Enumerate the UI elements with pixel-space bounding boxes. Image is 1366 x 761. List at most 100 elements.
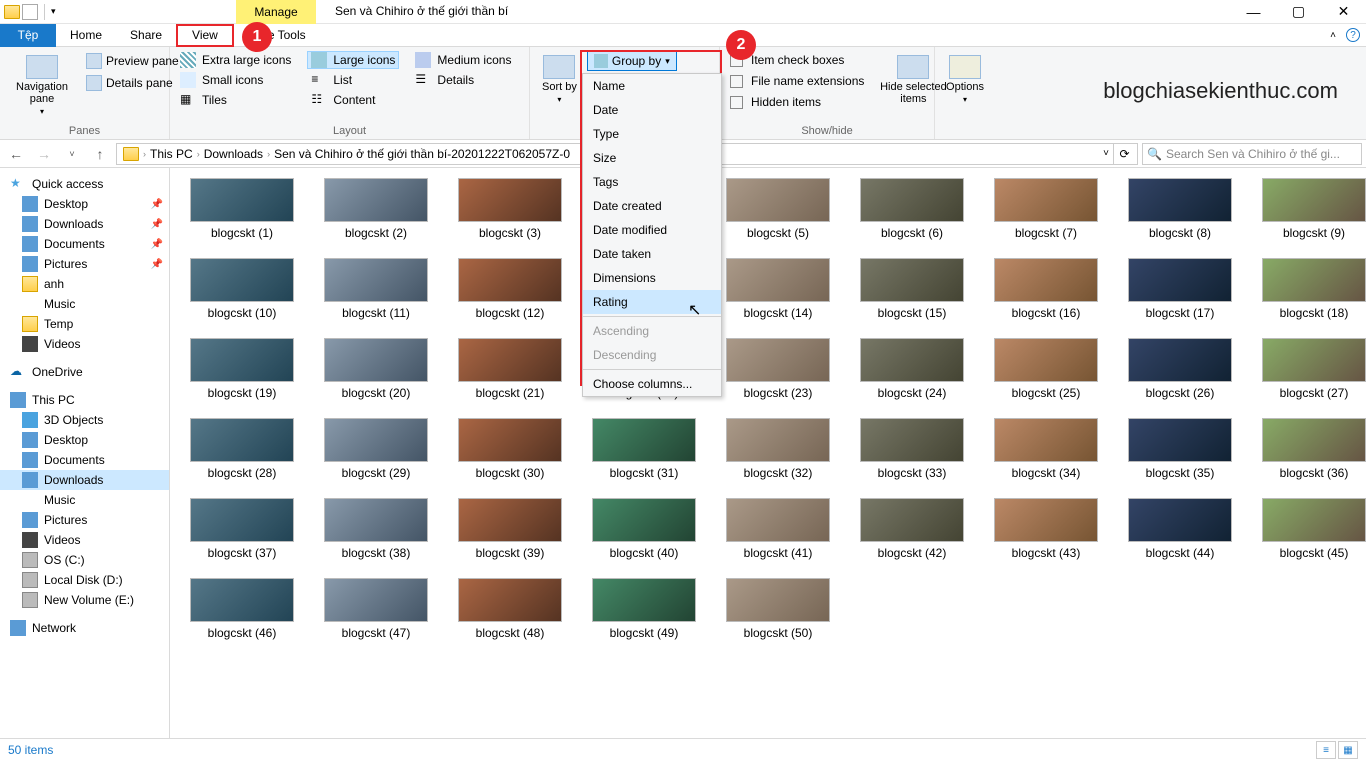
layout-small[interactable]: Small icons (176, 71, 295, 89)
nav-item[interactable]: Downloads📌 (0, 214, 169, 234)
file-item[interactable]: blogcskt (46) (178, 578, 306, 640)
tab-view[interactable]: View (176, 24, 234, 47)
contextual-tab-manage[interactable]: Manage (236, 0, 316, 24)
nav-item[interactable]: Pictures📌 (0, 254, 169, 274)
file-item[interactable]: blogcskt (21) (446, 338, 574, 400)
nav-item[interactable]: Music (0, 490, 169, 510)
file-item[interactable]: blogcskt (42) (848, 498, 976, 560)
dropdown-item[interactable]: Size (583, 146, 721, 170)
file-item[interactable]: blogcskt (26) (1116, 338, 1244, 400)
nav-item[interactable]: Downloads (0, 470, 169, 490)
nav-quick-access[interactable]: ★Quick access (0, 174, 169, 194)
file-item[interactable]: blogcskt (12) (446, 258, 574, 320)
nav-item[interactable]: Music (0, 294, 169, 314)
file-item[interactable]: blogcskt (25) (982, 338, 1110, 400)
file-name-extensions-checkbox[interactable]: File name extensions (726, 72, 868, 90)
dropdown-item[interactable]: Dimensions (583, 266, 721, 290)
file-item[interactable]: blogcskt (15) (848, 258, 976, 320)
nav-item[interactable]: Local Disk (D:) (0, 570, 169, 590)
tab-share[interactable]: Share (116, 24, 176, 47)
nav-onedrive[interactable]: ☁OneDrive (0, 362, 169, 382)
file-item[interactable]: blogcskt (29) (312, 418, 440, 480)
file-item[interactable]: blogcskt (6) (848, 178, 976, 240)
file-item[interactable]: blogcskt (48) (446, 578, 574, 640)
recent-locations-button[interactable]: ˅ (60, 142, 84, 166)
dropdown-item[interactable]: Date modified (583, 218, 721, 242)
close-button[interactable]: ✕ (1321, 0, 1366, 24)
forward-button[interactable]: → (32, 142, 56, 166)
file-item[interactable]: blogcskt (28) (178, 418, 306, 480)
ribbon-collapse-icon[interactable]: ˄ (1330, 30, 1336, 41)
file-item[interactable]: blogcskt (3) (446, 178, 574, 240)
file-item[interactable]: blogcskt (38) (312, 498, 440, 560)
navigation-pane-button[interactable]: Navigation pane ▾ (6, 51, 78, 120)
maximize-button[interactable]: ▢ (1276, 0, 1321, 24)
breadcrumb-segment[interactable]: Sen và Chihiro ở thế giới thần bí-202012… (270, 147, 574, 161)
file-item[interactable]: blogcskt (7) (982, 178, 1110, 240)
file-item[interactable]: blogcskt (9) (1250, 178, 1366, 240)
dropdown-item[interactable]: Date created (583, 194, 721, 218)
nav-item[interactable]: Documents (0, 450, 169, 470)
sort-by-button[interactable]: Sort by ▾ (536, 51, 583, 108)
file-item[interactable]: blogcskt (43) (982, 498, 1110, 560)
nav-item[interactable]: New Volume (E:) (0, 590, 169, 610)
nav-item[interactable]: Documents📌 (0, 234, 169, 254)
file-item[interactable]: blogcskt (45) (1250, 498, 1366, 560)
nav-item[interactable]: Videos (0, 530, 169, 550)
layout-medium[interactable]: Medium icons (411, 51, 515, 69)
file-item[interactable]: blogcskt (30) (446, 418, 574, 480)
nav-network[interactable]: Network (0, 618, 169, 638)
thumbnails-view-button[interactable]: ▦ (1338, 741, 1358, 759)
tab-home[interactable]: Home (56, 24, 116, 47)
file-item[interactable]: blogcskt (17) (1116, 258, 1244, 320)
qat-icon[interactable] (22, 4, 38, 20)
file-item[interactable]: blogcskt (11) (312, 258, 440, 320)
nav-item[interactable]: OS (C:) (0, 550, 169, 570)
layout-extra-large[interactable]: Extra large icons (176, 51, 295, 69)
file-item[interactable]: blogcskt (41) (714, 498, 842, 560)
preview-pane-button[interactable]: Preview pane (82, 51, 183, 71)
file-item[interactable]: blogcskt (40) (580, 498, 708, 560)
options-button[interactable]: Options ▾ (940, 51, 990, 108)
nav-item[interactable]: anh (0, 274, 169, 294)
details-pane-button[interactable]: Details pane (82, 73, 183, 93)
file-item[interactable]: blogcskt (19) (178, 338, 306, 400)
nav-item[interactable]: Videos (0, 334, 169, 354)
file-item[interactable]: blogcskt (16) (982, 258, 1110, 320)
file-item[interactable]: blogcskt (14) (714, 258, 842, 320)
nav-item[interactable]: Desktop (0, 430, 169, 450)
nav-this-pc[interactable]: This PC (0, 390, 169, 410)
nav-item[interactable]: Desktop📌 (0, 194, 169, 214)
dropdown-item[interactable]: Name (583, 74, 721, 98)
content-area[interactable]: blogcskt (1)blogcskt (2)blogcskt (3)blog… (170, 168, 1366, 738)
dropdown-item[interactable]: Rating (583, 290, 721, 314)
dropdown-item[interactable]: Date (583, 98, 721, 122)
breadcrumb-segment[interactable]: Downloads (200, 147, 267, 161)
details-view-button[interactable]: ≡ (1316, 741, 1336, 759)
up-button[interactable]: ↑ (88, 142, 112, 166)
file-item[interactable]: blogcskt (50) (714, 578, 842, 640)
file-item[interactable]: blogcskt (44) (1116, 498, 1244, 560)
file-item[interactable]: blogcskt (47) (312, 578, 440, 640)
layout-tiles[interactable]: Tiles (176, 91, 295, 109)
back-button[interactable]: ← (4, 142, 28, 166)
file-item[interactable]: blogcskt (5) (714, 178, 842, 240)
nav-item[interactable]: Pictures (0, 510, 169, 530)
file-item[interactable]: blogcskt (8) (1116, 178, 1244, 240)
file-item[interactable]: blogcskt (2) (312, 178, 440, 240)
minimize-button[interactable]: — (1231, 0, 1276, 24)
file-item[interactable]: blogcskt (39) (446, 498, 574, 560)
file-item[interactable]: blogcskt (27) (1250, 338, 1366, 400)
dropdown-item[interactable]: Choose columns... (583, 372, 721, 396)
nav-item[interactable]: 3D Objects (0, 410, 169, 430)
qat-dropdown-icon[interactable]: ▾ (51, 6, 56, 17)
file-item[interactable]: blogcskt (1) (178, 178, 306, 240)
breadcrumb-segment[interactable]: This PC (146, 147, 197, 161)
layout-details[interactable]: Details (411, 71, 515, 89)
file-item[interactable]: blogcskt (33) (848, 418, 976, 480)
file-item[interactable]: blogcskt (10) (178, 258, 306, 320)
tab-file[interactable]: Tệp (0, 24, 56, 47)
file-item[interactable]: blogcskt (20) (312, 338, 440, 400)
file-item[interactable]: blogcskt (23) (714, 338, 842, 400)
file-item[interactable]: blogcskt (35) (1116, 418, 1244, 480)
